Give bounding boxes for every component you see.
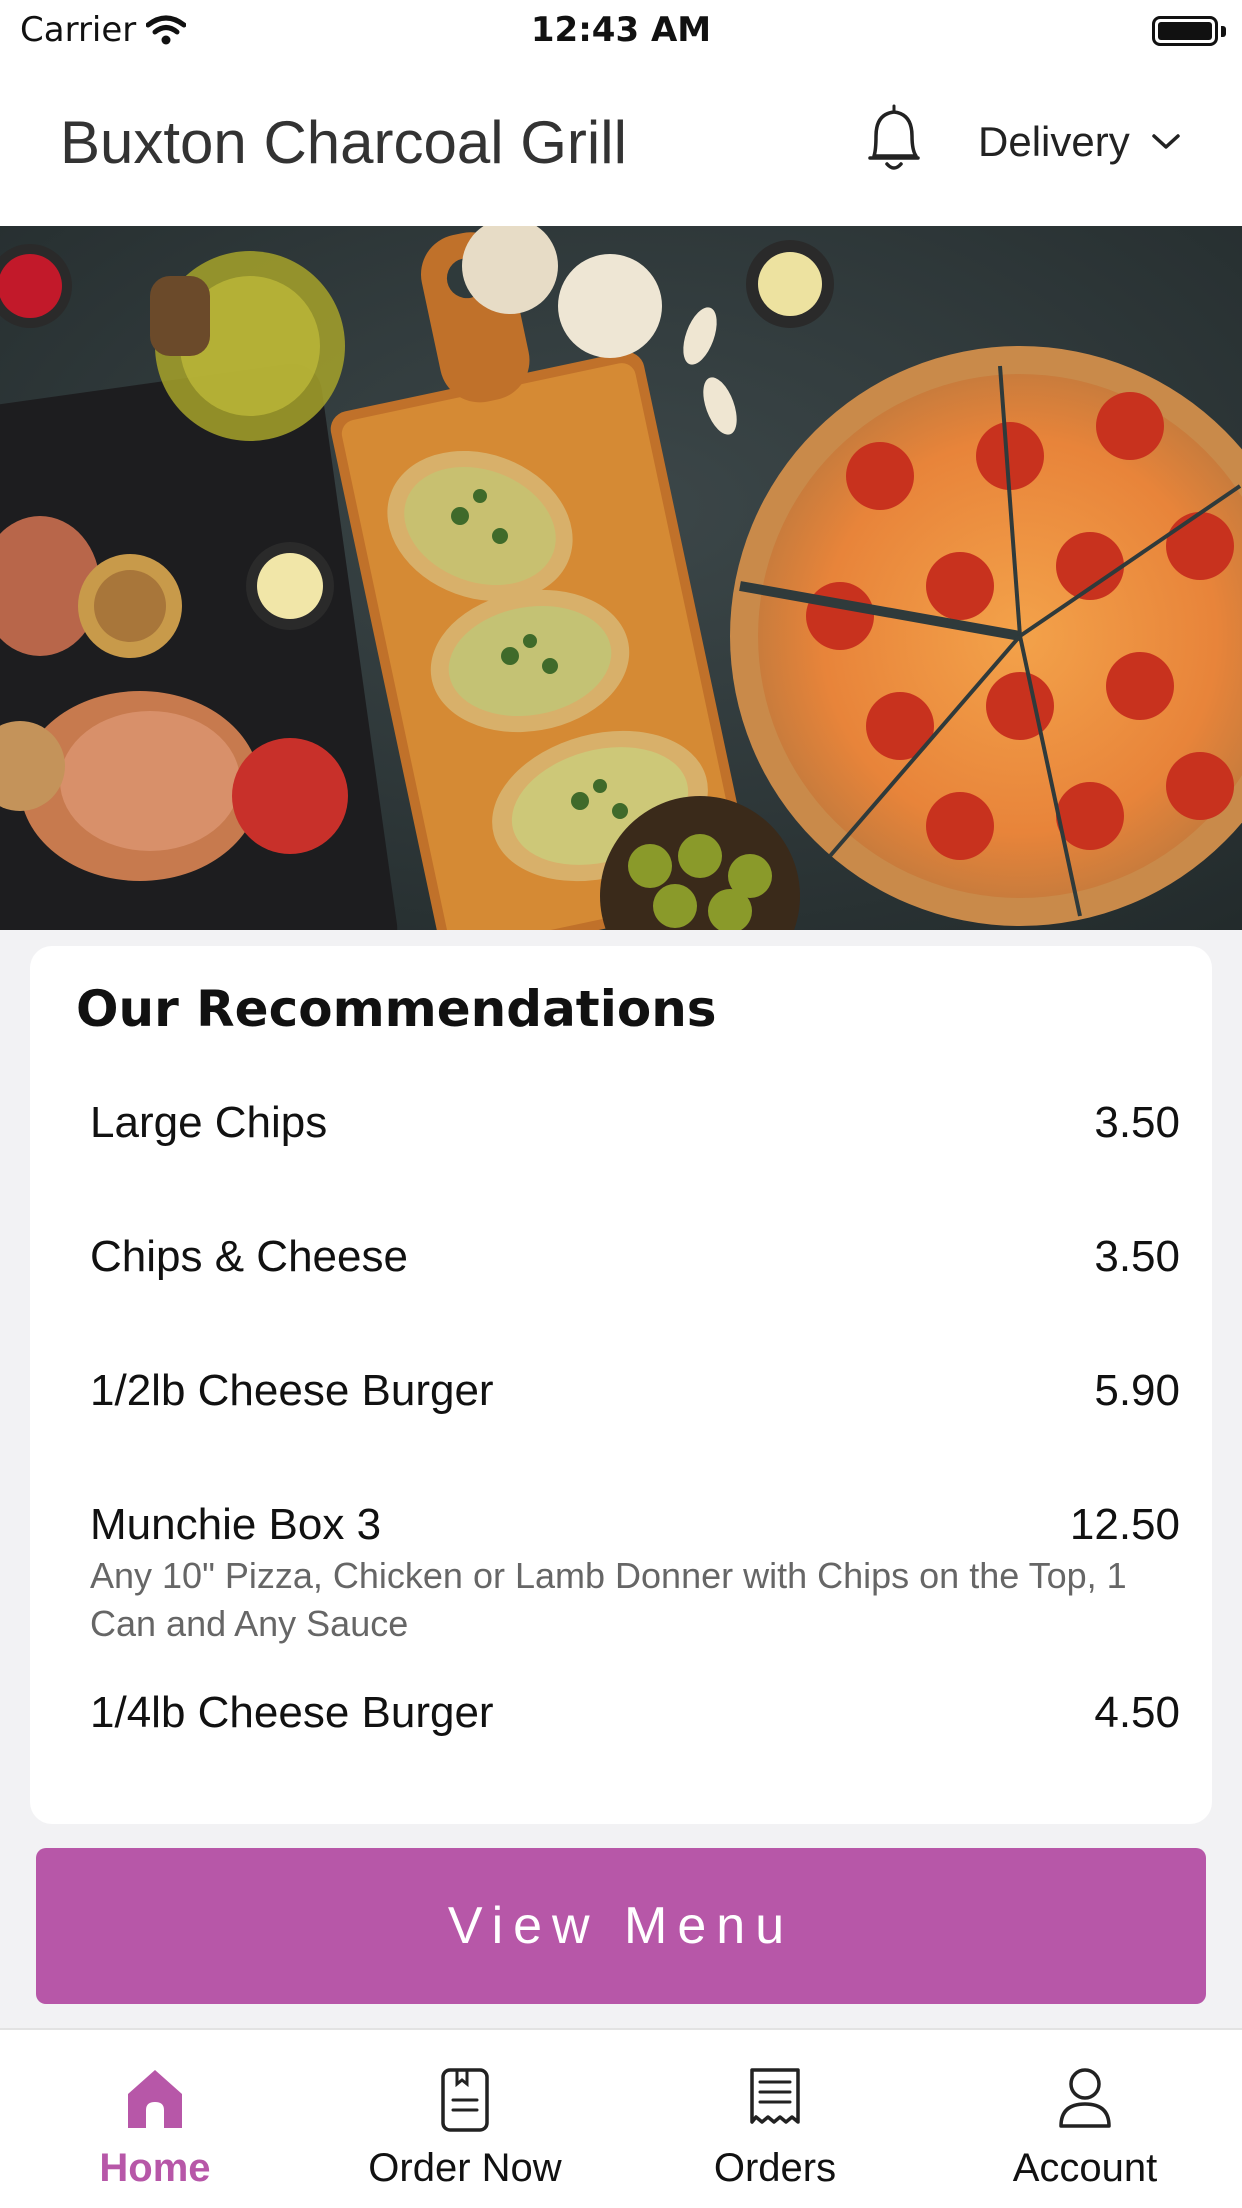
item-price: 3.50 (1094, 1232, 1180, 1281)
delivery-label: Delivery (978, 118, 1130, 165)
item-name: 1/4lb Cheese Burger (90, 1688, 494, 1737)
tab-account-label: Account (1012, 2146, 1158, 2190)
home-icon (128, 2070, 182, 2128)
list-item[interactable]: Chips & Cheese 3.50 (90, 1232, 1180, 1282)
tab-order-now-label: Order Now (368, 2146, 562, 2190)
bottom-tab-bar: Home Order Now Orders Account (0, 2028, 1242, 2208)
item-name: 1/2lb Cheese Burger (90, 1366, 494, 1415)
list-item[interactable]: Large Chips 3.50 (90, 1098, 1180, 1148)
item-price: 4.50 (1094, 1688, 1180, 1737)
tab-orders[interactable]: Orders (620, 2030, 930, 2208)
list-item[interactable]: 1/4lb Cheese Burger 4.50 (90, 1688, 1180, 1738)
status-bar: Carrier 12:43 AM (0, 0, 1242, 60)
item-price: 12.50 (1069, 1500, 1180, 1549)
recommendations-card: Our Recommendations Large Chips 3.50 Chi… (30, 946, 1212, 1824)
food-illustration (0, 226, 1242, 930)
status-time: 12:43 AM (530, 10, 712, 50)
hero-food-image (0, 226, 1242, 930)
item-price: 3.50 (1094, 1098, 1180, 1147)
list-item[interactable]: Munchie Box 3 12.50 Any 10" Pizza, Chick… (90, 1500, 1180, 1648)
restaurant-title: Buxton Charcoal Grill (60, 109, 627, 176)
tab-home-label: Home (99, 2146, 211, 2190)
bell-icon[interactable] (862, 100, 926, 180)
menu-book-icon (441, 2068, 489, 2132)
list-item[interactable]: 1/2lb Cheese Burger 5.90 (90, 1366, 1180, 1416)
item-description: Any 10" Pizza, Chicken or Lamb Donner wi… (90, 1555, 1127, 1644)
app-header: Buxton Charcoal Grill Delivery (0, 60, 1242, 226)
tab-orders-label: Orders (713, 2146, 837, 2190)
item-name: Large Chips (90, 1098, 328, 1147)
tab-account[interactable]: Account (930, 2030, 1240, 2208)
tab-order-now[interactable]: Order Now (310, 2030, 620, 2208)
item-name: Chips & Cheese (90, 1232, 408, 1281)
tab-home[interactable]: Home (0, 2030, 310, 2208)
receipt-icon (750, 2068, 800, 2124)
recommendations-title: Our Recommendations (76, 980, 717, 1038)
battery-cap (1221, 26, 1226, 37)
item-price: 5.90 (1094, 1366, 1180, 1415)
item-name: Munchie Box 3 (90, 1500, 382, 1549)
view-menu-label: View Menu (447, 1897, 795, 1955)
delivery-selector[interactable]: Delivery (978, 118, 1182, 166)
battery-icon (1152, 16, 1218, 46)
chevron-down-icon (1151, 134, 1180, 149)
user-icon (1059, 2068, 1111, 2128)
view-menu-button[interactable]: View Menu (36, 1848, 1206, 2004)
